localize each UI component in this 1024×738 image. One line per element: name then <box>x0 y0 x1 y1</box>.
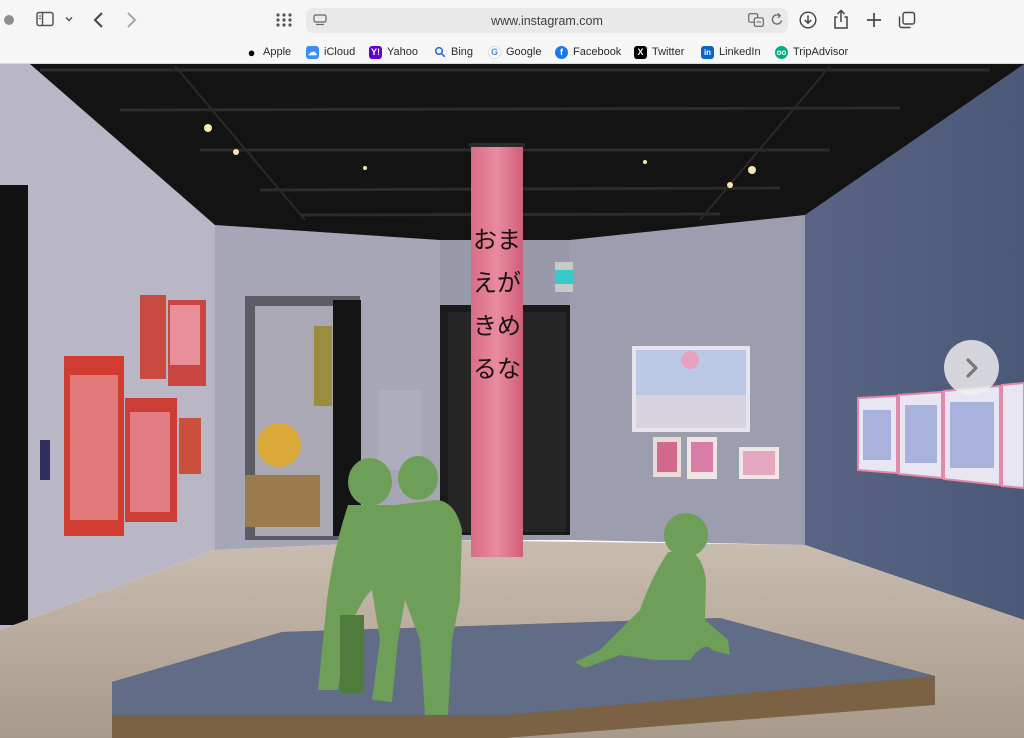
next-image-button[interactable] <box>944 340 999 395</box>
grid-icon <box>276 13 292 27</box>
banner-text: おまえがきめるな <box>473 226 521 383</box>
favorite-label: LinkedIn <box>719 46 761 58</box>
favorite-tripadvisor[interactable]: oo TripAdvisor <box>775 43 848 61</box>
tripadvisor-icon: oo <box>775 45 788 59</box>
favorite-label: Facebook <box>573 46 622 58</box>
facebook-icon: f <box>555 45 568 59</box>
post-image[interactable]: おまえがきめるな <box>0 64 1024 738</box>
favorite-bing[interactable]: Bing <box>433 43 473 61</box>
favorite-yahoo[interactable]: Y! Yahoo <box>369 43 418 61</box>
favorite-label: iCloud <box>324 46 356 58</box>
url-text: www.instagram.com <box>491 13 603 28</box>
google-icon: G <box>488 45 501 59</box>
chevron-right-icon <box>965 357 978 378</box>
chevron-down-icon <box>65 16 73 22</box>
sidebar-menu-button[interactable] <box>64 12 74 26</box>
favorite-label: Yahoo <box>387 46 418 58</box>
translate-icon[interactable] <box>748 13 764 27</box>
chevron-left-icon <box>93 12 103 28</box>
tabs-icon <box>898 11 916 29</box>
page-menu-icon[interactable] <box>313 14 327 27</box>
plus-icon <box>867 13 881 27</box>
tab-overview-button[interactable] <box>275 11 293 29</box>
share-button[interactable] <box>832 9 850 30</box>
favorite-linkedin[interactable]: in LinkedIn <box>701 43 761 61</box>
show-tabs-button[interactable] <box>898 11 916 29</box>
favorite-twitter[interactable]: X Twitter <box>634 43 684 61</box>
download-icon <box>799 11 817 29</box>
favorite-icloud[interactable]: ☁ iCloud <box>306 43 355 61</box>
search-icon <box>433 46 446 59</box>
favorite-google[interactable]: G Google <box>488 43 541 61</box>
downloads-button[interactable] <box>799 11 817 29</box>
icloud-icon: ☁ <box>306 45 319 59</box>
window-dot <box>4 15 14 25</box>
address-bar[interactable]: www.instagram.com <box>306 8 788 33</box>
x-icon: X <box>634 45 647 59</box>
forward-button[interactable] <box>122 10 140 30</box>
sidebar-icon <box>36 11 54 27</box>
favorite-facebook[interactable]: f Facebook <box>555 43 621 61</box>
favorite-label: Twitter <box>652 46 685 58</box>
favorite-label: Bing <box>451 46 474 58</box>
favorite-apple[interactable]: ● Apple <box>245 43 292 61</box>
reload-icon[interactable] <box>770 12 784 27</box>
yahoo-icon: Y! <box>369 45 382 59</box>
chevron-right-icon <box>127 12 137 28</box>
apple-icon: ● <box>247 44 256 60</box>
sidebar-button[interactable] <box>36 11 54 27</box>
new-tab-button[interactable] <box>865 11 883 29</box>
linkedin-icon: in <box>701 45 714 59</box>
gallery-scene <box>0 64 1024 738</box>
favorite-label: TripAdvisor <box>793 46 849 58</box>
favorite-label: Google <box>506 46 542 58</box>
share-icon <box>834 9 848 29</box>
favorite-label: Apple <box>263 46 292 58</box>
back-button[interactable] <box>90 10 108 30</box>
